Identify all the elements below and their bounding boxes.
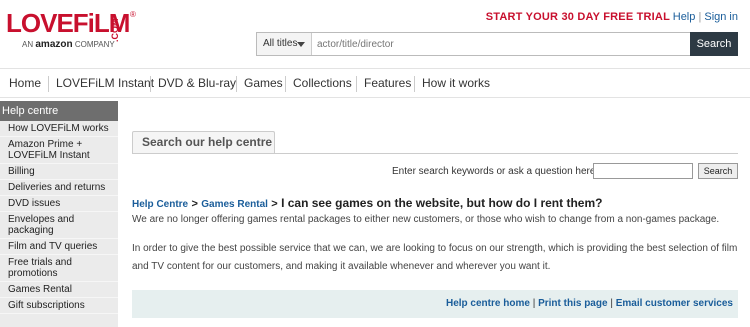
nav-divider <box>356 76 357 92</box>
footer-links: Help centre home | Print this page | Ema… <box>446 298 733 309</box>
sidebar-item-amazon-prime[interactable]: Amazon Prime + LOVEFiLM Instant <box>0 137 118 164</box>
keyword-search-input[interactable] <box>593 163 693 179</box>
breadcrumb-separator: > <box>191 198 198 210</box>
breadcrumb-games-rental[interactable]: Games Rental <box>201 199 268 210</box>
site-search: All titles Search <box>256 32 738 56</box>
logo-sub-post: COMPANY <box>74 40 115 49</box>
sidebar-item-billing[interactable]: Billing <box>0 164 118 180</box>
top-links-separator: | <box>698 11 702 23</box>
footer-separator: | <box>610 298 613 309</box>
help-link[interactable]: Help <box>673 11 696 23</box>
sidebar-item-free-trials[interactable]: Free trials and promotions <box>0 255 118 282</box>
lovefilm-logo[interactable]: LOVEFiLM .COM ® AN amazon COMPANY <box>6 8 146 54</box>
nav-home[interactable]: Home <box>9 76 41 90</box>
footer-separator: | <box>532 298 536 309</box>
breadcrumb-separator: > <box>271 198 278 210</box>
tab-search-help-centre[interactable]: Search our help centre <box>132 131 275 153</box>
top-links: Help | Sign in <box>673 11 738 23</box>
nav-divider <box>285 76 286 92</box>
tab-divider <box>132 153 738 154</box>
help-centre-home-link[interactable]: Help centre home <box>446 298 530 309</box>
logo-amazon: amazon <box>35 39 73 50</box>
nav-how-it-works[interactable]: How it works <box>422 76 490 90</box>
nav-divider <box>414 76 415 92</box>
site-header: LOVEFiLM .COM ® AN amazon COMPANY START … <box>0 0 750 62</box>
nav-divider <box>150 76 151 92</box>
search-input[interactable] <box>317 36 617 52</box>
registered-mark: ® <box>130 10 136 19</box>
sidebar-item-envelopes[interactable]: Envelopes and packaging <box>0 212 118 239</box>
help-sidebar: Help centre How LOVEFiLM works Amazon Pr… <box>0 101 118 327</box>
search-category-select[interactable]: All titles <box>257 33 312 55</box>
sidebar-item-gift-subscriptions[interactable]: Gift subscriptions <box>0 298 118 314</box>
main-nav: Home LOVEFiLM Instant DVD & Blu-ray Game… <box>0 68 750 98</box>
print-page-link[interactable]: Print this page <box>538 298 607 309</box>
keyword-search-button[interactable]: Search <box>698 163 738 179</box>
nav-divider <box>236 76 237 92</box>
help-footer-bar: Help centre home | Print this page | Ema… <box>132 290 738 318</box>
breadcrumb-help-centre[interactable]: Help Centre <box>132 199 188 210</box>
search-button[interactable]: Search <box>690 32 738 56</box>
sign-in-link[interactable]: Sign in <box>704 11 738 23</box>
sidebar-item-film-tv[interactable]: Film and TV queries <box>0 239 118 255</box>
search-category-value: All titles <box>263 38 298 49</box>
nav-divider <box>48 76 49 92</box>
article-paragraph: We are no longer offering games rental p… <box>132 214 720 225</box>
sidebar-title: Help centre <box>0 101 118 121</box>
email-customer-services-link[interactable]: Email customer services <box>616 298 733 309</box>
sidebar-item-how-lovefilm-works[interactable]: How LOVEFiLM works <box>0 121 118 137</box>
sidebar-item-games-rental[interactable]: Games Rental <box>0 282 118 298</box>
sidebar-item-deliveries[interactable]: Deliveries and returns <box>0 180 118 196</box>
nav-lovefilm-instant[interactable]: LOVEFiLM Instant <box>56 76 154 90</box>
page-title: I can see games on the website, but how … <box>281 196 603 210</box>
article-paragraph: In order to give the best possible servi… <box>132 243 738 272</box>
logo-subline: AN amazon COMPANY <box>22 39 115 50</box>
sidebar-item-dvd-issues[interactable]: DVD issues <box>0 196 118 212</box>
free-trial-link[interactable]: START YOUR 30 DAY FREE TRIAL <box>486 11 670 23</box>
logo-sub-pre: AN <box>22 40 34 49</box>
nav-games[interactable]: Games <box>244 76 283 90</box>
nav-dvd-bluray[interactable]: DVD & Blu-ray <box>158 76 236 90</box>
keyword-search-label: Enter search keywords or ask a question … <box>392 166 599 177</box>
nav-collections[interactable]: Collections <box>293 76 352 90</box>
nav-features[interactable]: Features <box>364 76 411 90</box>
chevron-down-icon <box>297 42 305 47</box>
breadcrumb: Help Centre > Games Rental > I can see g… <box>132 196 602 210</box>
